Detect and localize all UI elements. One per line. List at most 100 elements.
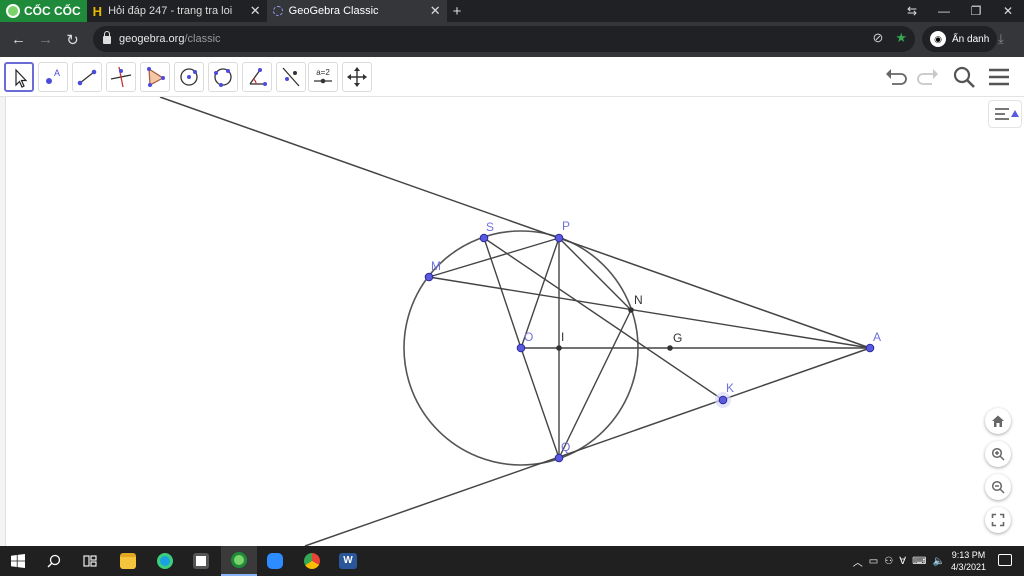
point-n[interactable] [628,307,634,313]
move-arrows-icon [347,67,367,87]
chevron-up-icon[interactable]: ︿ [853,554,863,569]
store-button[interactable] [183,546,219,576]
algebra-panel-edge[interactable] [0,97,6,546]
reflect-tool[interactable] [276,62,306,92]
label-n: N [634,293,643,307]
segment-tool[interactable] [72,62,102,92]
point-s[interactable] [479,233,489,243]
graphics-view[interactable]: S P M N O I G A K Q [0,97,1024,546]
point-icon: A [46,68,60,84]
notification-center-icon[interactable] [998,554,1012,566]
tracking-eye-icon[interactable]: ⊘ [872,30,883,46]
back-button[interactable]: ← [5,31,32,48]
point-tool[interactable]: A [38,62,68,92]
redo-icon [917,69,938,85]
ime-icon[interactable]: ⌨ [912,556,926,567]
tangent-line-aq[interactable] [304,347,871,546]
chrome-button[interactable] [294,546,330,576]
home-button[interactable] [985,408,1011,434]
incognito-profile-button[interactable]: ◉ Ẩn danh [922,26,998,52]
circle-center-icon [180,68,198,86]
task-view-button[interactable] [72,546,108,576]
point-i[interactable] [556,345,562,351]
url-input[interactable]: geogebra.org/classic ⊘ ★ [93,26,915,52]
profile-label: Ẩn danh [952,33,990,45]
file-explorer-icon [120,553,136,569]
zoom-in-icon [991,447,1005,461]
file-explorer-button[interactable] [110,546,146,576]
taskbar-clock[interactable]: 9:13 PM 4/3/2021 [951,549,986,573]
coccoc-brand-button[interactable]: CỐC CỐC [0,0,87,22]
label-k: K [726,381,734,395]
algebra-view-toggle[interactable] [988,100,1022,128]
fullscreen-button[interactable] [985,507,1011,533]
label-i: I [561,330,564,344]
tangent-line-ap[interactable] [159,97,871,349]
label-a: A [873,330,881,344]
close-window-button[interactable]: ✕ [992,0,1024,22]
minimize-button[interactable]: — [928,0,960,22]
brand-label: CỐC CỐC [24,4,81,18]
lock-icon[interactable] [103,31,111,44]
vpn-icon[interactable]: ∀ [899,556,906,567]
forward-button[interactable]: → [32,31,59,48]
tab-hoidap247[interactable]: H Hỏi đáp 247 - trang tra loi ✕ [87,0,267,22]
download-icon[interactable]: ⤓ [998,31,1004,47]
slider-tool[interactable]: a=2 [308,62,338,92]
tab-title: GeoGebra Classic [288,5,379,17]
redo-button[interactable] [916,64,942,90]
segment-oq[interactable] [520,347,560,459]
store-icon [193,553,209,569]
segment-ma[interactable] [428,276,871,349]
angle-tool[interactable] [242,62,272,92]
system-tray: ︿ ▭ ⚇ ∀ ⌨ 🔈 9:13 PM 4/3/2021 [853,546,986,576]
url-host: geogebra.org [119,33,185,45]
point-k[interactable] [718,395,728,405]
windows-start-button[interactable] [0,546,36,576]
search-button[interactable] [951,64,977,90]
point-o[interactable] [516,343,526,353]
point-p[interactable] [554,233,564,243]
move-graphics-view-tool[interactable] [342,62,372,92]
circle-center-point-tool[interactable] [174,62,204,92]
coccoc-logo-icon [6,4,20,18]
edge-button[interactable] [147,546,183,576]
search-icon [47,554,61,568]
move-tool[interactable] [4,62,34,92]
tab-geogebra[interactable]: GeoGebra Classic ✕ [266,0,447,22]
point-g[interactable] [667,345,673,351]
close-icon[interactable]: ✕ [430,3,441,19]
circle-three-points-tool[interactable] [208,62,238,92]
label-m: M [431,259,441,273]
zoom-in-button[interactable] [985,441,1011,467]
zoom-app-button[interactable] [257,546,293,576]
coccoc-taskbar-button[interactable] [221,546,257,576]
circle-three-points-icon [214,68,232,87]
point-q[interactable] [554,453,564,463]
label-s: S [486,220,494,234]
perpendicular-line-tool[interactable] [106,62,136,92]
main-menu-button[interactable] [986,64,1012,90]
new-tab-button[interactable]: + [447,3,468,20]
reflect-icon [282,67,300,87]
zoom-out-button[interactable] [985,474,1011,500]
point-m[interactable] [424,272,434,282]
network-icon[interactable]: ⚇ [884,556,893,567]
geometry-drawing: S P M N O I G A K Q [159,97,881,546]
undo-button[interactable] [882,64,908,90]
maximize-button[interactable]: ❐ [960,0,992,22]
battery-icon[interactable]: ▭ [869,556,878,567]
window-controls: ⇆ — ❐ ✕ [896,0,1024,22]
polygon-tool[interactable] [140,62,170,92]
taskbar-search-button[interactable] [36,546,72,576]
close-icon[interactable]: ✕ [250,3,261,19]
bookmark-star-icon[interactable]: ★ [895,30,907,46]
word-button[interactable]: W [330,546,366,576]
browser-tab-strip: CỐC CỐC H Hỏi đáp 247 - trang tra loi ✕ … [0,0,1024,22]
point-a[interactable] [865,343,875,353]
reload-button[interactable]: ↻ [59,31,86,49]
volume-icon[interactable]: 🔈 [933,556,945,567]
label-p: P [562,219,570,233]
segment-mp[interactable] [428,237,560,278]
restore-tabs-icon[interactable]: ⇆ [896,0,928,22]
